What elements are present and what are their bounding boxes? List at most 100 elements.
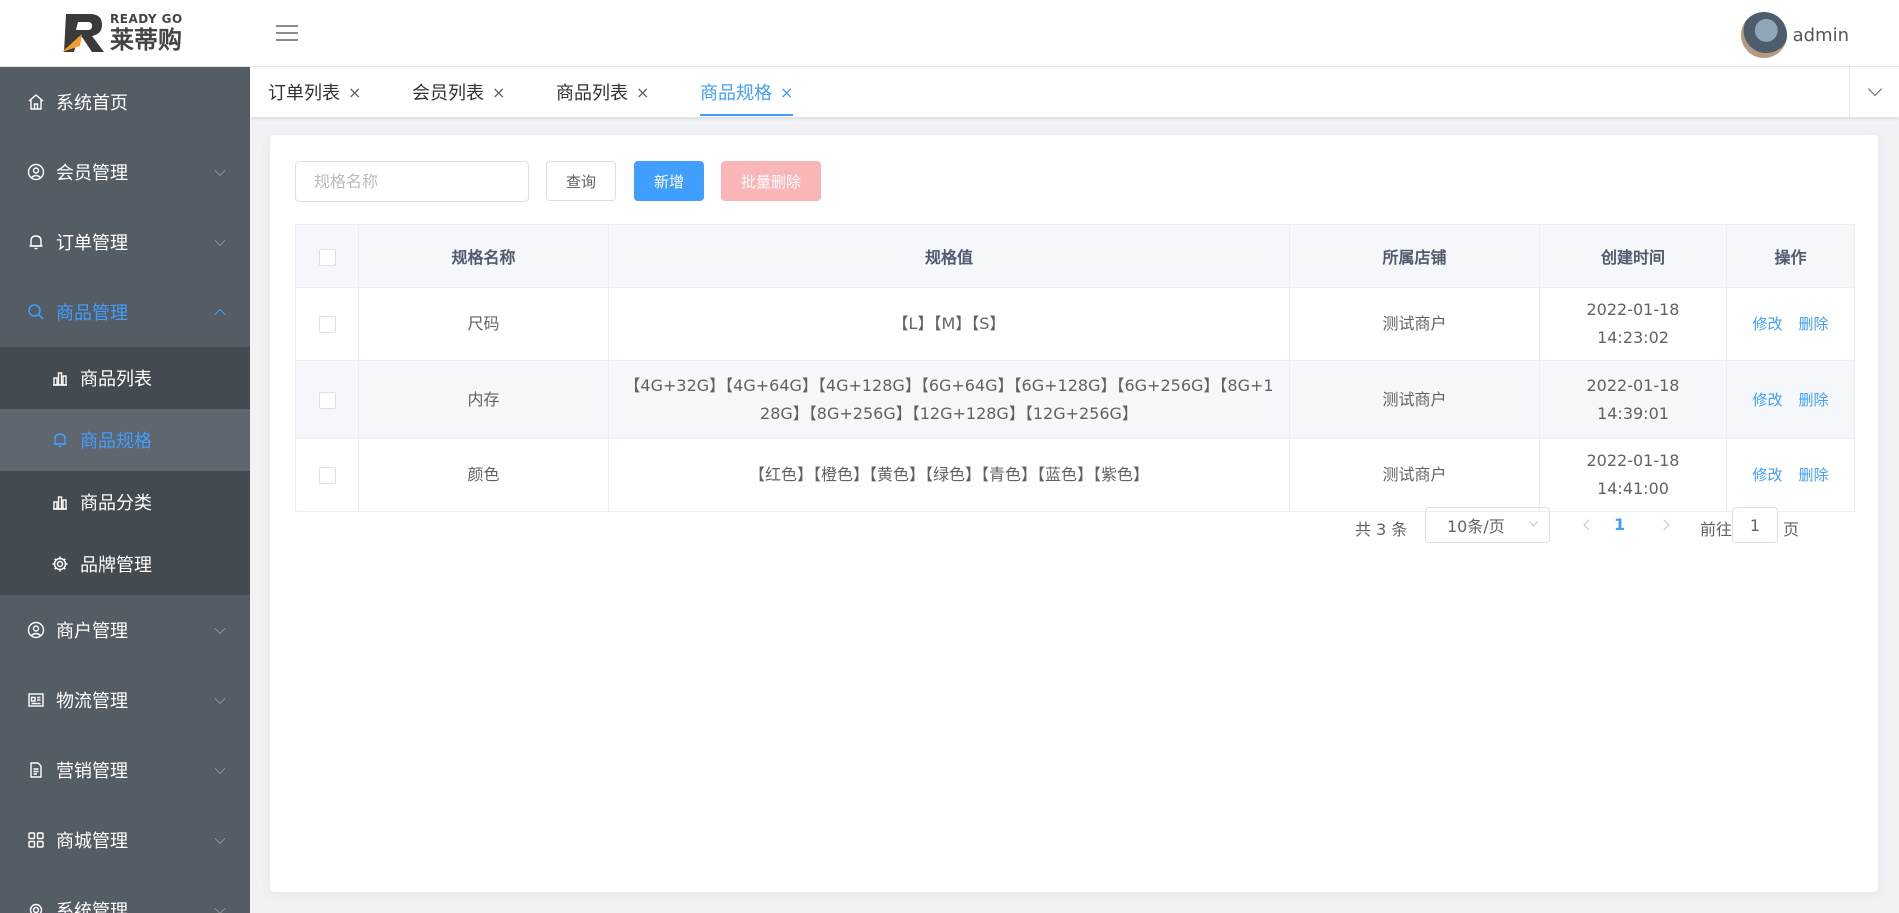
cell-spec-values: 【4G+32G】【4G+64G】【4G+128G】【6G+64G】【6G+128…	[608, 360, 1290, 439]
tab-product-spec[interactable]: 商品规格 ×	[700, 67, 794, 117]
sidebar-subitem-product-category[interactable]: 商品分类	[0, 471, 250, 533]
cell-actions: 修改 删除	[1726, 360, 1855, 439]
sidebar-subitem-brand[interactable]: 品牌管理	[0, 533, 250, 595]
sidebar-menu-bottom: 商户管理 物流管理 营销管理 商城管理 系统管理	[0, 595, 250, 913]
edit-link[interactable]: 修改	[1752, 315, 1782, 333]
sidebar-subitem-label: 商品分类	[80, 493, 152, 514]
document-icon	[26, 760, 46, 780]
column-header[interactable]: 规格名称	[358, 224, 609, 288]
page-number[interactable]: 1	[1614, 515, 1625, 534]
row-checkbox[interactable]	[318, 467, 336, 484]
pagination: 共 3 条 10条/页 1 前往 页	[270, 507, 1878, 545]
sidebar-item-label: 营销管理	[56, 761, 128, 782]
news-icon	[26, 690, 46, 710]
column-header[interactable]: 规格值	[608, 224, 1290, 288]
chevron-up-icon	[214, 308, 226, 321]
cell-spec-values: 【L】【M】【S】	[608, 287, 1290, 361]
edit-link[interactable]: 修改	[1752, 466, 1782, 484]
delete-link[interactable]: 删除	[1799, 391, 1829, 409]
sidebar-item-label: 会员管理	[56, 163, 128, 184]
gear-icon	[50, 554, 70, 574]
sidebar-item-merchants[interactable]: 商户管理	[0, 595, 250, 665]
column-header[interactable]: 所属店铺	[1289, 224, 1540, 288]
tab-member-list[interactable]: 会员列表 ×	[412, 67, 505, 117]
sidebar-item-orders[interactable]: 订单管理	[0, 207, 250, 277]
page-tabs: 订单列表 × 会员列表 × 商品列表 × 商品规格 ×	[250, 67, 1899, 117]
close-icon[interactable]: ×	[780, 83, 793, 102]
tab-order-list[interactable]: 订单列表 ×	[268, 67, 361, 117]
goto-page-input[interactable]	[1732, 507, 1778, 543]
add-button[interactable]: 新增	[634, 161, 704, 201]
edit-link[interactable]: 修改	[1752, 391, 1782, 409]
delete-link[interactable]: 删除	[1799, 466, 1829, 484]
user-menu[interactable]: admin	[1740, 12, 1849, 58]
tabs-dropdown-button[interactable]	[1849, 67, 1899, 117]
bell-icon	[26, 232, 46, 252]
cell-shop: 测试商户	[1289, 360, 1540, 439]
table-header-row: 规格名称 规格值 所属店铺 创建时间 操作	[295, 224, 1855, 288]
page-size-value: 10条/页	[1447, 517, 1505, 536]
brand-logo[interactable]: READY GO 莱蒂购	[0, 0, 250, 67]
batch-delete-button[interactable]: 批量删除	[721, 161, 821, 201]
prev-page-icon[interactable]	[1580, 516, 1596, 534]
close-icon[interactable]: ×	[636, 83, 649, 102]
sidebar-subitem-label: 品牌管理	[80, 555, 152, 576]
column-header: 操作	[1726, 224, 1855, 288]
sidebar-item-label: 系统管理	[56, 901, 128, 913]
sidebar-item-label: 订单管理	[56, 233, 128, 254]
close-icon[interactable]: ×	[492, 83, 505, 102]
select-all-checkbox[interactable]	[318, 248, 336, 266]
next-page-icon[interactable]	[1658, 516, 1674, 534]
menu-toggle-icon[interactable]	[276, 25, 298, 43]
delete-link[interactable]: 删除	[1799, 315, 1829, 333]
column-header[interactable]: 创建时间	[1539, 224, 1727, 288]
cell-spec-name: 内存	[358, 360, 609, 439]
pagination-total: 共 3 条	[1355, 520, 1408, 539]
sidebar-item-products[interactable]: 商品管理	[0, 277, 250, 347]
goto-suffix-label: 页	[1783, 520, 1800, 539]
sidebar-subitem-label: 商品规格	[80, 431, 152, 452]
avatar	[1740, 12, 1787, 58]
query-button[interactable]: 查询	[546, 161, 616, 201]
logo-icon	[60, 10, 108, 56]
sidebar-item-system[interactable]: 系统管理	[0, 875, 250, 913]
search-icon	[26, 302, 46, 322]
grid-icon	[26, 830, 46, 850]
cell-actions: 修改 删除	[1726, 438, 1855, 512]
row-checkbox[interactable]	[318, 391, 336, 409]
sidebar-subitem-label: 商品列表	[80, 369, 152, 390]
sidebar-item-logistics[interactable]: 物流管理	[0, 665, 250, 735]
chevron-down-icon	[1867, 81, 1882, 97]
sidebar-item-home[interactable]: 系统首页	[0, 67, 250, 137]
sidebar-menu: 系统首页 会员管理 订单管理 商品管理	[0, 67, 250, 347]
page-size-select[interactable]: 10条/页	[1425, 507, 1550, 543]
top-header: admin	[250, 0, 1899, 67]
table-row: 内存 【4G+32G】【4G+64G】【4G+128G】【6G+64G】【6G+…	[295, 360, 1855, 439]
table-row: 尺码 【L】【M】【S】 测试商户 2022-01-18 14:23:02 修改…	[295, 287, 1855, 361]
chevron-down-icon	[214, 164, 226, 177]
sidebar-subitem-product-spec[interactable]: 商品规格	[0, 409, 250, 471]
sidebar-item-marketing[interactable]: 营销管理	[0, 735, 250, 805]
spec-name-search-input[interactable]	[295, 161, 529, 202]
username: admin	[1792, 24, 1849, 46]
row-checkbox[interactable]	[318, 316, 336, 333]
goto-label: 前往	[1700, 520, 1733, 539]
main-card: 查询 新增 批量删除 规格名称 规格值 所属店铺 创建时间 操作 尺码 【L】【…	[270, 135, 1878, 892]
sidebar: READY GO 莱蒂购 系统首页 会员管理 订单管理 商品管理 商品列表 商品…	[0, 0, 250, 913]
cell-spec-name: 颜色	[358, 438, 609, 512]
sidebar-item-mall[interactable]: 商城管理	[0, 805, 250, 875]
brand-en: READY GO	[110, 12, 183, 26]
sidebar-item-label: 物流管理	[56, 691, 128, 712]
cell-spec-name: 尺码	[358, 287, 609, 361]
tab-product-list[interactable]: 商品列表 ×	[556, 67, 649, 117]
tab-label: 商品规格	[700, 83, 772, 104]
tab-label: 商品列表	[556, 83, 628, 104]
chevron-down-icon	[214, 832, 226, 845]
sidebar-item-members[interactable]: 会员管理	[0, 137, 250, 207]
select-all-cell	[295, 224, 359, 288]
user-circle-icon	[26, 162, 46, 182]
cell-created-time: 2022-01-18 14:39:01	[1539, 360, 1727, 439]
bell-icon	[50, 430, 70, 450]
close-icon[interactable]: ×	[348, 83, 361, 102]
sidebar-subitem-product-list[interactable]: 商品列表	[0, 347, 250, 409]
